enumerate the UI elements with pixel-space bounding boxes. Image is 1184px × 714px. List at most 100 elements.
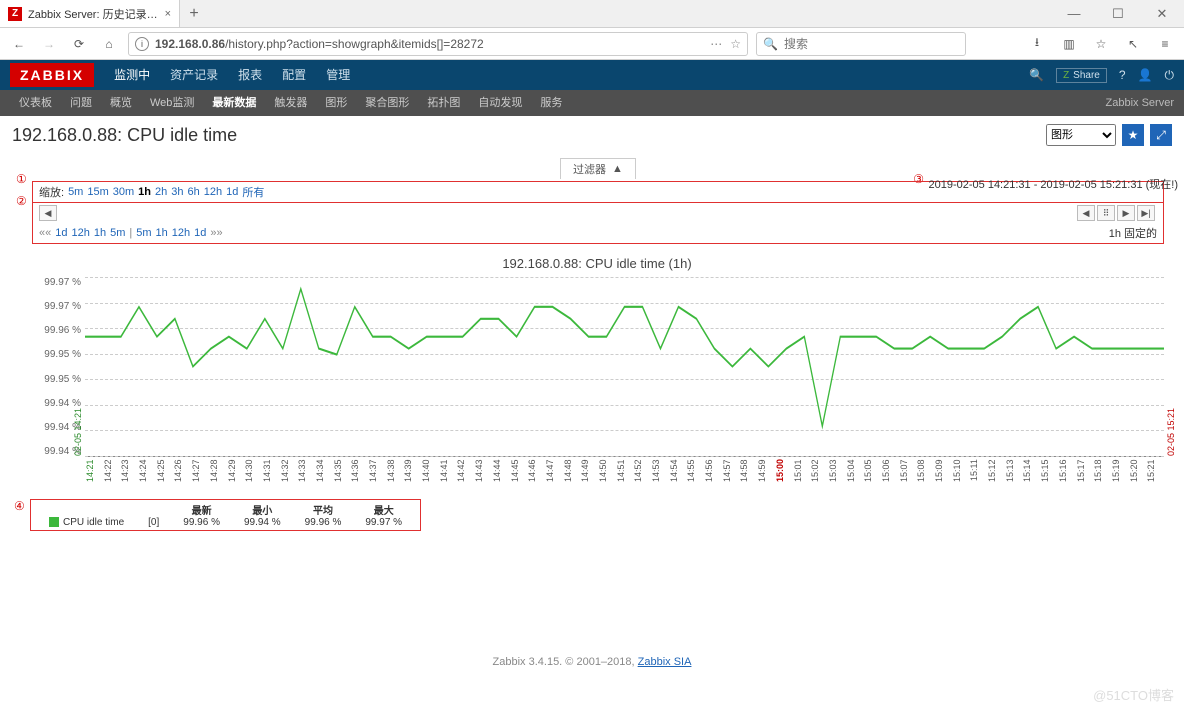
new-tab-button[interactable]: + — [180, 0, 208, 27]
url-bar[interactable]: i 192.168.0.86/history.php?action=showgr… — [128, 32, 748, 56]
chevron-up-icon: ▲ — [612, 163, 623, 175]
zoom-所有[interactable]: 所有 — [242, 184, 264, 200]
zoom-15m[interactable]: 15m — [87, 186, 108, 198]
close-window-button[interactable]: ✕ — [1140, 0, 1184, 27]
fixed-label: 1h 固定的 — [1109, 225, 1157, 241]
zoom-1d[interactable]: 1d — [226, 186, 238, 198]
minimize-button[interactable]: — — [1052, 0, 1096, 27]
footer: Zabbix 3.4.15. © 2001–2018, Zabbix SIA — [0, 656, 1184, 668]
filter-label: 过滤器 — [573, 161, 606, 177]
tab-title: Zabbix Server: 历史记录 [每30 — [28, 6, 159, 22]
page-title: 192.168.0.88: CPU idle time — [12, 125, 237, 146]
browser-search[interactable]: 🔍 — [756, 32, 966, 56]
nav-play-button[interactable]: ▶ — [1117, 205, 1135, 221]
zoom-2h[interactable]: 2h — [155, 186, 167, 198]
main-menu-3[interactable]: 配置 — [272, 60, 316, 90]
back-button[interactable]: ← — [8, 33, 30, 55]
browser-toolbar: ← → ⟳ ⌂ i 192.168.0.86/history.php?actio… — [0, 28, 1184, 60]
sub-menu-2[interactable]: 概览 — [101, 90, 141, 116]
page-title-row: 192.168.0.88: CPU idle time 图形 ★ ⤢ — [0, 116, 1184, 154]
close-tab-icon[interactable]: × — [165, 8, 171, 20]
chart-plot[interactable]: 02-05 14:21 02-05 15:21 — [85, 277, 1164, 457]
zabbix-logo[interactable]: ZABBIX — [10, 63, 94, 87]
library-icon[interactable]: ▥ — [1058, 33, 1080, 55]
zoom-1h[interactable]: 1h — [138, 186, 151, 198]
sub-menu-1[interactable]: 问题 — [61, 90, 101, 116]
date-range: 2019-02-05 14:21:31 - 2019-02-05 15:21:3… — [929, 176, 1179, 192]
zoom-30m[interactable]: 30m — [113, 186, 134, 198]
nav-prev-button[interactable]: ◀ — [39, 205, 57, 221]
zabbix-header: ZABBIX 监测中资产记录报表配置管理 🔍 ZShare ? 👤 ⏻ — [0, 60, 1184, 90]
url-text: 192.168.0.86/history.php?action=showgrap… — [155, 37, 704, 51]
time-end-label: 02-05 15:21 — [1166, 408, 1176, 456]
sidebar-icon[interactable]: ↖ — [1122, 33, 1144, 55]
home-button[interactable]: ⌂ — [98, 33, 120, 55]
share-button[interactable]: ZShare — [1056, 68, 1107, 83]
footer-link[interactable]: Zabbix SIA — [638, 656, 692, 668]
sub-menu-6[interactable]: 图形 — [316, 90, 356, 116]
power-icon[interactable]: ⏻ — [1165, 68, 1175, 83]
site-info-icon[interactable]: i — [135, 37, 149, 51]
favicon: Z — [8, 7, 22, 21]
bookmarks-icon[interactable]: ☆ — [1090, 33, 1112, 55]
nav-start-button[interactable]: ◀ — [1077, 205, 1095, 221]
main-menu-0[interactable]: 监测中 — [104, 60, 160, 90]
shift-left-12h[interactable]: 12h — [72, 227, 90, 239]
zoom-5m[interactable]: 5m — [68, 186, 83, 198]
legend-box: 最新最小平均最大 CPU idle time[0]99.96 %99.94 %9… — [30, 499, 421, 531]
browser-search-input[interactable] — [784, 37, 959, 51]
shift-right-1h[interactable]: 1h — [156, 227, 168, 239]
shift-right-5m[interactable]: 5m — [136, 227, 151, 239]
main-menu-4[interactable]: 管理 — [316, 60, 360, 90]
zoom-6h[interactable]: 6h — [188, 186, 200, 198]
sub-menu-4[interactable]: 最新数据 — [203, 90, 265, 116]
forward-button[interactable]: → — [38, 33, 60, 55]
watermark: @51CTO博客 — [1093, 685, 1174, 704]
shift-left-1d[interactable]: 1d — [55, 227, 67, 239]
sub-menu-9[interactable]: 自动发现 — [469, 90, 531, 116]
zoom-label: 缩放: — [39, 184, 64, 200]
shift-left-1h[interactable]: 1h — [94, 227, 106, 239]
sub-menu: 仪表板问题概览Web监测最新数据触发器图形聚合图形拓扑图自动发现服务 Zabbi… — [0, 90, 1184, 116]
menu-icon[interactable]: ≡ — [1154, 33, 1176, 55]
browser-titlebar: Z Zabbix Server: 历史记录 [每30 × + — ☐ ✕ — [0, 0, 1184, 28]
window-controls: — ☐ ✕ — [1052, 0, 1184, 27]
favorite-star-button[interactable]: ★ — [1122, 124, 1144, 146]
sub-menu-3[interactable]: Web监测 — [141, 90, 203, 116]
downloads-icon[interactable]: ⭳ — [1026, 33, 1048, 55]
browser-tab[interactable]: Z Zabbix Server: 历史记录 [每30 × — [0, 0, 180, 27]
view-select[interactable]: 图形 — [1046, 124, 1116, 146]
nav-next-button[interactable]: ▶| — [1137, 205, 1155, 221]
fullscreen-button[interactable]: ⤢ — [1150, 124, 1172, 146]
sub-menu-5[interactable]: 触发器 — [265, 90, 316, 116]
nav-dots-button[interactable]: ⠿ — [1097, 205, 1115, 221]
main-menu: 监测中资产记录报表配置管理 — [104, 60, 360, 90]
sub-menu-7[interactable]: 聚合图形 — [356, 90, 418, 116]
sub-menu-10[interactable]: 服务 — [531, 90, 571, 116]
chart-title: 192.168.0.88: CPU idle time (1h) — [30, 256, 1164, 271]
shift-right-1d[interactable]: 1d — [194, 227, 206, 239]
server-label: Zabbix Server — [1106, 97, 1174, 109]
annotation-4: ④ — [14, 499, 25, 513]
zoom-3h[interactable]: 3h — [171, 186, 183, 198]
shift-right-12h[interactable]: 12h — [172, 227, 190, 239]
nav-rows-box: ◀ ◀ ⠿ ▶ ▶| «« 1d12h1h5m | 5m1h12h1d »»1h… — [32, 203, 1164, 244]
page-actions-icon[interactable]: ⋯ — [710, 37, 722, 51]
main-menu-1[interactable]: 资产记录 — [160, 60, 228, 90]
zoom-12h[interactable]: 12h — [204, 186, 222, 198]
reload-button[interactable]: ⟳ — [68, 33, 90, 55]
bookmark-star-icon[interactable]: ☆ — [730, 37, 741, 51]
maximize-button[interactable]: ☐ — [1096, 0, 1140, 27]
legend-area: ④ 最新最小平均最大 CPU idle time[0]99.96 %99.94 … — [30, 499, 1164, 536]
shift-left-5m[interactable]: 5m — [110, 227, 125, 239]
user-icon[interactable]: 👤 — [1138, 68, 1153, 82]
annotation-2: ② — [16, 194, 27, 208]
header-search-icon[interactable]: 🔍 — [1029, 68, 1044, 82]
main-menu-2[interactable]: 报表 — [228, 60, 272, 90]
time-start-label: 02-05 14:21 — [73, 408, 83, 456]
chart-area: 192.168.0.88: CPU idle time (1h) 99.97 %… — [30, 256, 1164, 493]
filter-toggle[interactable]: 过滤器 ▲ — [560, 158, 636, 179]
help-icon[interactable]: ? — [1119, 68, 1126, 82]
sub-menu-0[interactable]: 仪表板 — [10, 90, 61, 116]
sub-menu-8[interactable]: 拓扑图 — [418, 90, 469, 116]
